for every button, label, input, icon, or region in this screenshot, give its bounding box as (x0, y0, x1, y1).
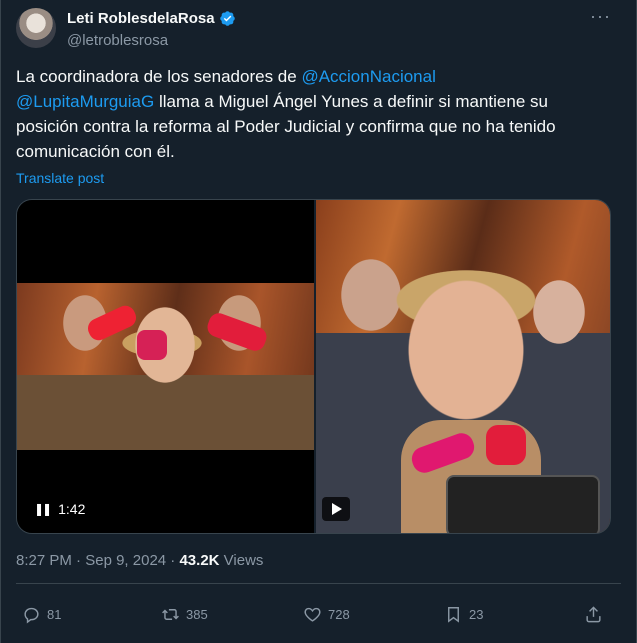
pause-icon[interactable]: ❚❚ (34, 502, 52, 516)
views-count[interactable]: 43.2K (179, 552, 219, 569)
video-thumbnail[interactable] (316, 200, 610, 533)
repost-count: 385 (186, 606, 208, 622)
video-frame (17, 283, 314, 450)
video-duration-badge[interactable]: ❚❚ 1:42 (26, 496, 94, 522)
share-button[interactable] (584, 600, 603, 628)
video-duration: 1:42 (58, 501, 86, 517)
avatar[interactable] (16, 8, 56, 48)
play-icon (332, 503, 342, 515)
action-bar: 81 385 728 23 (0, 600, 637, 628)
meta-separator: · (71, 552, 86, 569)
frame-border-left (0, 0, 1, 643)
author-display-name[interactable]: Leti RoblesdelaRosa (67, 10, 215, 27)
author-handle[interactable]: @letroblesrosa (67, 32, 168, 49)
views-label: Views (219, 552, 264, 569)
bookmark-icon (448, 606, 459, 623)
post-date[interactable]: Sep 9, 2024 (85, 552, 166, 569)
more-options-icon[interactable]: ··· (590, 7, 610, 28)
reply-count: 81 (47, 606, 62, 622)
post-time[interactable]: 8:27 PM (16, 552, 72, 569)
mention-link-lupitamurguiag[interactable]: @LupitaMurguiaG (16, 92, 154, 111)
meta-separator: · (166, 552, 180, 569)
repost-button[interactable]: 385 (161, 600, 208, 628)
like-icon (304, 607, 321, 622)
bookmark-button[interactable]: 23 (444, 600, 483, 628)
microphone-shape (486, 425, 526, 465)
actions-divider (16, 583, 621, 584)
microphone-shape (137, 330, 167, 360)
translate-post-link[interactable]: Translate post (16, 170, 104, 186)
media-grid: ❚❚ 1:42 (16, 199, 611, 534)
repost-icon (162, 608, 179, 620)
mention-link-accionnacional[interactable]: @AccionNacional (301, 67, 435, 86)
share-icon (586, 605, 601, 622)
tweet-text-part: La coordinadora de los senadores de (16, 67, 302, 86)
bookmark-count: 23 (469, 606, 484, 622)
play-button[interactable] (322, 497, 350, 521)
reply-button[interactable]: 81 (22, 600, 61, 628)
reply-icon (24, 607, 39, 623)
like-button[interactable]: 728 (303, 600, 350, 628)
verified-badge-icon[interactable] (219, 10, 236, 27)
phone-shape (446, 475, 600, 533)
post-meta: 8:27 PM · Sep 9, 2024 · 43.2K Views (16, 552, 263, 569)
tweet-text: La coordinadora de los senadores de @Acc… (16, 64, 606, 164)
author-name-row: Leti RoblesdelaRosa (67, 10, 236, 27)
like-count: 728 (328, 606, 350, 622)
video-player[interactable]: ❚❚ 1:42 (17, 200, 314, 533)
